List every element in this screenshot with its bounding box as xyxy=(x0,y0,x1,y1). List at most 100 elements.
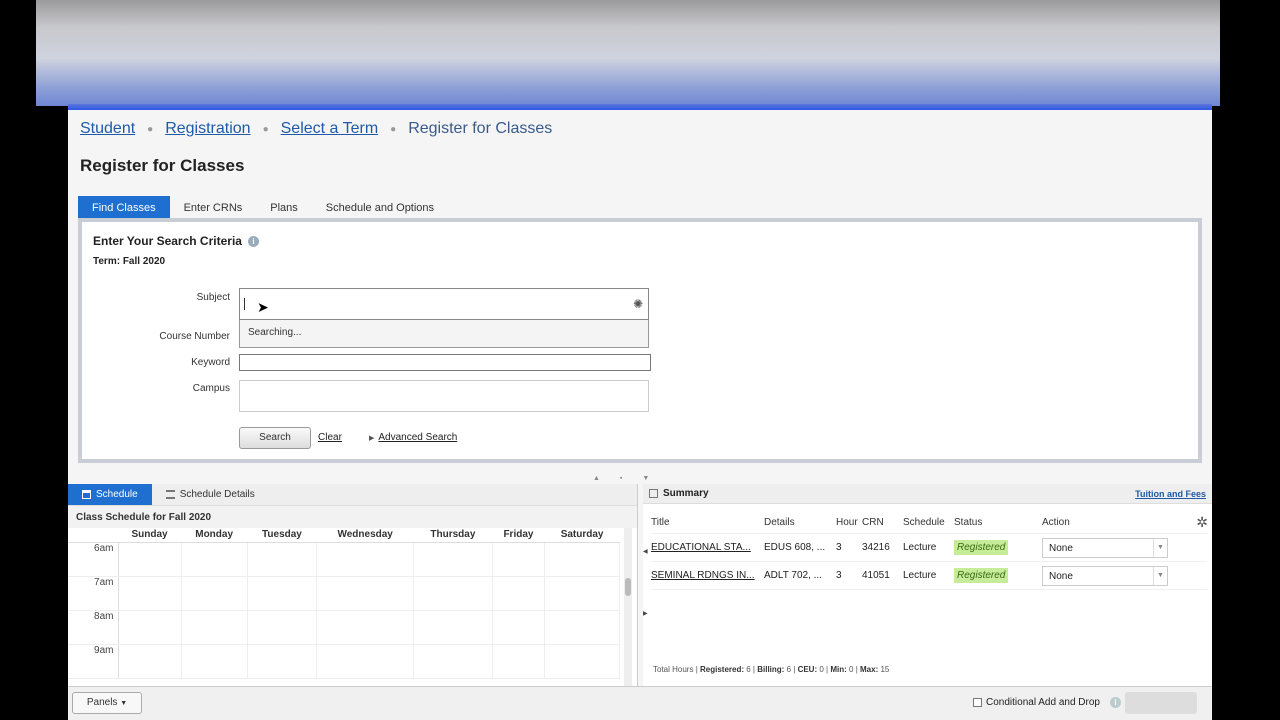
calendar-cell[interactable] xyxy=(544,542,620,577)
summary-footer: Total Hours | Registered: 6 | Billing: 6… xyxy=(653,665,890,674)
calendar-cell[interactable] xyxy=(181,576,248,611)
billing-label: Billing: xyxy=(757,665,785,674)
breadcrumb-student[interactable]: Student xyxy=(80,120,135,138)
clear-link[interactable]: Clear xyxy=(318,432,342,443)
advanced-search-link[interactable]: ▶ Advanced Search xyxy=(369,432,457,443)
panel-splitter[interactable]: ▲▪▼ xyxy=(593,475,669,482)
page-title: Register for Classes xyxy=(80,156,245,175)
time-label: 8am xyxy=(68,610,119,645)
schedule-calendar: Sunday Monday Tuesday Wednesday Thursday… xyxy=(68,528,620,679)
calendar-cell[interactable] xyxy=(413,610,493,645)
calendar-corner xyxy=(68,528,118,543)
calendar-cell[interactable] xyxy=(492,644,546,679)
chevron-down-icon: ▼ xyxy=(120,700,128,707)
search-button[interactable]: Search xyxy=(239,427,311,449)
summary-header-row: Title Details Hour CRN Schedule Status A… xyxy=(651,512,1207,534)
conditional-checkbox[interactable] xyxy=(973,698,982,707)
col-action[interactable]: Action xyxy=(1042,517,1182,528)
panels-button[interactable]: Panels ▼ xyxy=(72,692,142,714)
info-icon[interactable]: i xyxy=(1109,697,1121,708)
calendar-cell[interactable] xyxy=(247,576,318,611)
day-header: Thursday xyxy=(413,528,493,543)
calendar-cell[interactable] xyxy=(492,576,546,611)
col-title[interactable]: Title xyxy=(651,517,764,528)
list-icon xyxy=(165,490,175,499)
calendar-cell[interactable] xyxy=(413,542,493,577)
calendar-cell[interactable] xyxy=(492,542,546,577)
tuition-fees-link[interactable]: Tuition and Fees xyxy=(1135,489,1206,499)
calendar-cell[interactable] xyxy=(118,576,182,611)
tab-schedule-details-label: Schedule Details xyxy=(179,489,255,500)
tab-plans[interactable]: Plans xyxy=(256,196,312,220)
calendar-cell[interactable] xyxy=(316,542,415,577)
day-header: Wednesday xyxy=(316,528,414,543)
tab-schedule-options[interactable]: Schedule and Options xyxy=(312,196,448,220)
conditional-add-drop[interactable]: Conditional Add and Drop i xyxy=(973,697,1121,708)
ceu-label: CEU: xyxy=(797,665,818,674)
calendar-cell[interactable] xyxy=(118,542,182,577)
campus-input[interactable] xyxy=(239,380,649,412)
col-hour[interactable]: Hour xyxy=(836,517,862,528)
keyword-label: Keyword xyxy=(191,357,230,368)
expand-right-icon[interactable]: ▶ xyxy=(643,610,648,617)
calendar-cell[interactable] xyxy=(118,644,182,679)
schedule-tabs: Schedule Schedule Details xyxy=(68,484,637,506)
summary-header: Summary Tuition and Fees xyxy=(643,484,1212,504)
calendar-cell[interactable] xyxy=(413,576,493,611)
time-row: 7am xyxy=(68,576,620,611)
tab-schedule-details[interactable]: Schedule Details xyxy=(152,484,269,505)
calendar-cell[interactable] xyxy=(492,610,546,645)
panels-label: Panels xyxy=(86,697,118,708)
calendar-cell[interactable] xyxy=(181,610,248,645)
status-badge: Registered xyxy=(954,568,1009,583)
search-criteria-title: Enter Your Search Criteria i xyxy=(93,234,259,248)
tab-find-classes[interactable]: Find Classes xyxy=(78,196,170,220)
submit-button[interactable] xyxy=(1125,692,1197,714)
tab-enter-crns[interactable]: Enter CRNs xyxy=(170,196,257,220)
keyword-input[interactable] xyxy=(239,354,651,371)
schedule-caption: Class Schedule for Fall 2020 xyxy=(68,506,637,528)
calendar-cell[interactable] xyxy=(181,644,248,679)
text-caret xyxy=(244,298,245,310)
course-schedule: Lecture xyxy=(903,570,937,581)
course-title-link[interactable]: SEMINAL RDNGS IN... xyxy=(651,570,755,581)
action-select[interactable]: None ▼ xyxy=(1042,565,1168,586)
breadcrumb-registration[interactable]: Registration xyxy=(165,120,250,138)
action-value: None xyxy=(1049,570,1073,582)
breadcrumb-select-term[interactable]: Select a Term xyxy=(281,120,379,138)
col-schedule[interactable]: Schedule xyxy=(903,517,954,528)
mouse-cursor-icon: ➤ xyxy=(257,299,269,315)
calendar-cell[interactable] xyxy=(247,542,318,577)
calendar-cell[interactable] xyxy=(544,610,620,645)
loading-spinner-icon: ✺ xyxy=(632,297,643,311)
summary-panel: Summary Tuition and Fees ✲ ◀ ▶ Title Det… xyxy=(643,484,1212,686)
calendar-cell[interactable] xyxy=(247,610,318,645)
course-title-link[interactable]: EDUCATIONAL STA... xyxy=(651,542,751,553)
tab-schedule[interactable]: Schedule xyxy=(68,484,152,505)
col-status[interactable]: Status xyxy=(954,517,1042,528)
registered-value: 6 xyxy=(746,665,751,674)
calendar-cell[interactable] xyxy=(544,644,620,679)
calendar-cell[interactable] xyxy=(316,610,415,645)
time-label: 9am xyxy=(68,644,119,679)
action-select[interactable]: None ▼ xyxy=(1042,537,1168,558)
info-icon[interactable]: i xyxy=(247,236,259,247)
calendar-cell[interactable] xyxy=(247,644,318,679)
schedule-scrollbar[interactable] xyxy=(624,528,632,686)
subject-input[interactable]: ➤ ✺ xyxy=(239,288,649,320)
table-row: EDUCATIONAL STA... EDUS 608, ... 3 34216… xyxy=(651,534,1207,562)
col-details[interactable]: Details xyxy=(764,517,836,528)
collapse-left-icon[interactable]: ◀ xyxy=(643,548,648,555)
calendar-cell[interactable] xyxy=(118,610,182,645)
breadcrumb-separator: ● xyxy=(262,123,269,135)
scrollbar-thumb[interactable] xyxy=(625,578,631,596)
col-crn[interactable]: CRN xyxy=(862,517,903,528)
max-value: 15 xyxy=(880,665,890,674)
summary-table: Title Details Hour CRN Schedule Status A… xyxy=(651,512,1207,590)
calendar-cell[interactable] xyxy=(413,644,493,679)
calendar-cell[interactable] xyxy=(181,542,248,577)
calendar-cell[interactable] xyxy=(316,644,415,679)
calendar-cell[interactable] xyxy=(316,576,415,611)
time-label: 7am xyxy=(68,576,119,611)
calendar-cell[interactable] xyxy=(544,576,620,611)
